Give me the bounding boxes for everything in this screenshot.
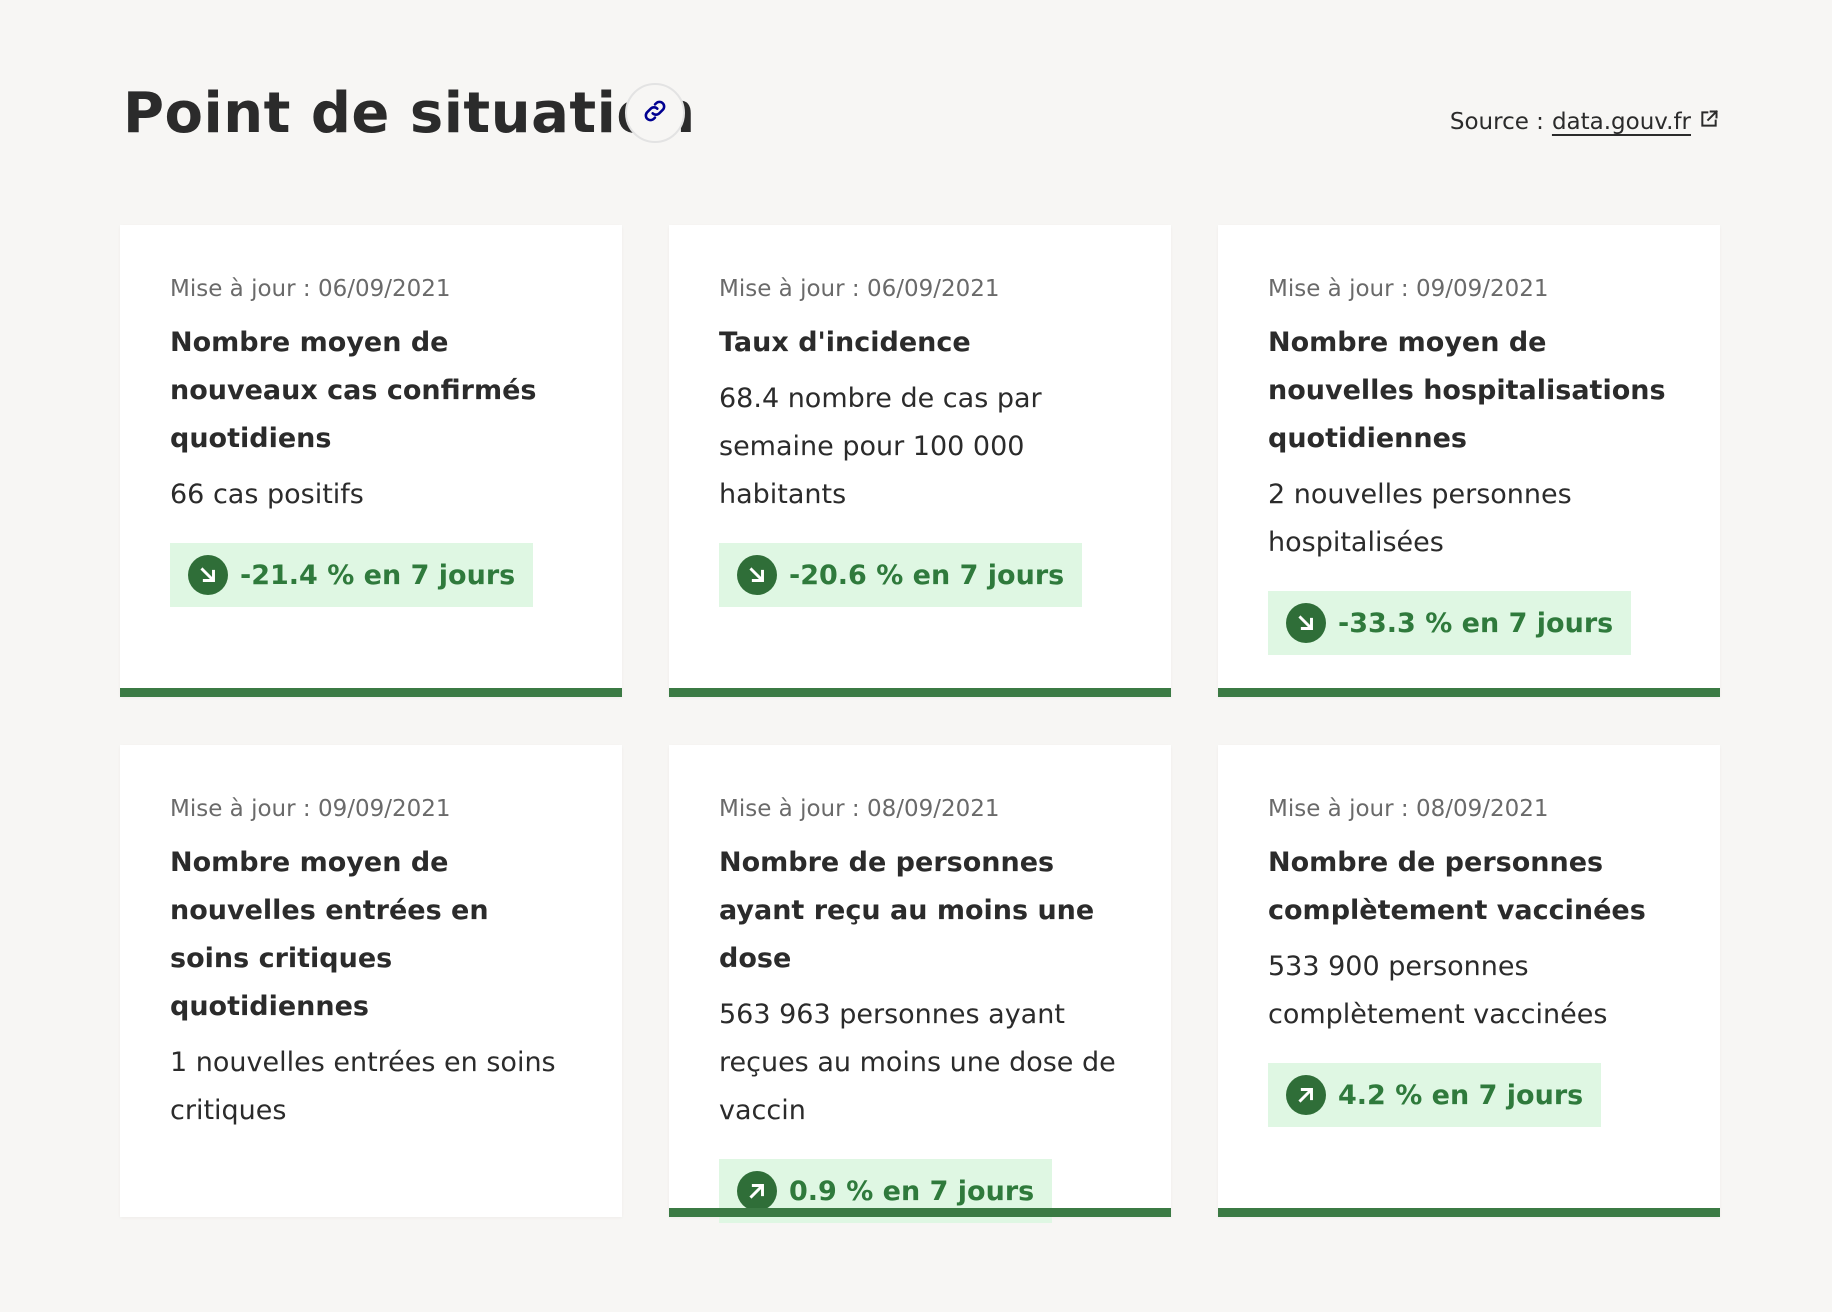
trend-badge: -33.3 % en 7 jours: [1268, 591, 1632, 655]
card-value: 563 963 personnes ayant reçues au moins …: [719, 999, 1116, 1126]
section-header: Point de situation Source : data.gouv.fr: [123, 74, 1719, 154]
trend-badge: -21.4 % en 7 jours: [170, 543, 534, 607]
card-value: 68.4 nombre de cas par semaine pour 100 …: [719, 383, 1042, 510]
card-value: 66 cas positifs: [170, 479, 364, 510]
arrow-up-right-icon: [1286, 1075, 1326, 1115]
update-date: Mise à jour : 09/09/2021: [1268, 276, 1549, 302]
arrow-down-right-icon: [188, 555, 228, 595]
indicator-grid: Mise à jour : 06/09/2021 Nombre moyen de…: [120, 225, 1720, 1223]
source-link-text: data.gouv.fr: [1551, 109, 1691, 135]
trend-badge: -20.6 % en 7 jours: [719, 543, 1083, 607]
source: Source : data.gouv.fr: [1450, 106, 1719, 138]
card-title: Nombre moyen de nouveaux cas confirmés q…: [170, 327, 537, 454]
trend-badge: 4.2 % en 7 jours: [1268, 1063, 1602, 1127]
indicator-card: Mise à jour : 06/09/2021 Nombre moyen de…: [120, 225, 622, 697]
indicator-card: Mise à jour : 09/09/2021 Nombre moyen de…: [120, 745, 622, 1217]
trend-text: 4.2 % en 7 jours: [1338, 1079, 1584, 1111]
page-title: Point de situation: [123, 81, 696, 146]
card-title: Nombre moyen de nouvelles hospitalisatio…: [1268, 327, 1666, 454]
card-title: Nombre de personnes complètement vacciné…: [1268, 847, 1646, 926]
arrow-down-right-icon: [1286, 603, 1326, 643]
card-title: Nombre de personnes ayant reçu au moins …: [719, 847, 1095, 974]
arrow-up-right-icon: [737, 1171, 777, 1211]
link-icon: [641, 97, 669, 129]
trend-badge: 0.9 % en 7 jours: [719, 1159, 1053, 1223]
source-link[interactable]: data.gouv.fr: [1552, 106, 1719, 138]
card-value: 1 nouvelles entrées en soins critiques: [170, 1047, 556, 1126]
source-label: Source :: [1449, 109, 1544, 135]
card-title: Nombre moyen de nouvelles entrées en soi…: [170, 847, 489, 1022]
indicator-card: Mise à jour : 06/09/2021 Taux d'incidenc…: [669, 225, 1171, 697]
update-date: Mise à jour : 08/09/2021: [719, 796, 1000, 822]
arrow-down-right-icon: [737, 555, 777, 595]
copy-link-button[interactable]: [625, 83, 685, 143]
trend-text: 0.9 % en 7 jours: [789, 1175, 1035, 1207]
update-date: Mise à jour : 06/09/2021: [170, 276, 451, 302]
update-date: Mise à jour : 08/09/2021: [1268, 796, 1549, 822]
indicator-card: Mise à jour : 08/09/2021 Nombre de perso…: [669, 745, 1171, 1223]
indicator-card: Mise à jour : 08/09/2021 Nombre de perso…: [1218, 745, 1720, 1217]
card-value: 2 nouvelles personnes hospitalisées: [1268, 479, 1572, 558]
update-date: Mise à jour : 09/09/2021: [170, 796, 451, 822]
update-date: Mise à jour : 06/09/2021: [719, 276, 1000, 302]
trend-text: -20.6 % en 7 jours: [789, 559, 1065, 591]
indicator-card: Mise à jour : 09/09/2021 Nombre moyen de…: [1218, 225, 1720, 697]
external-link-icon: [1699, 106, 1719, 138]
trend-text: -21.4 % en 7 jours: [240, 559, 516, 591]
trend-text: -33.3 % en 7 jours: [1338, 607, 1614, 639]
card-value: 533 900 personnes complètement vaccinées: [1268, 951, 1608, 1030]
card-title: Taux d'incidence: [719, 327, 971, 358]
